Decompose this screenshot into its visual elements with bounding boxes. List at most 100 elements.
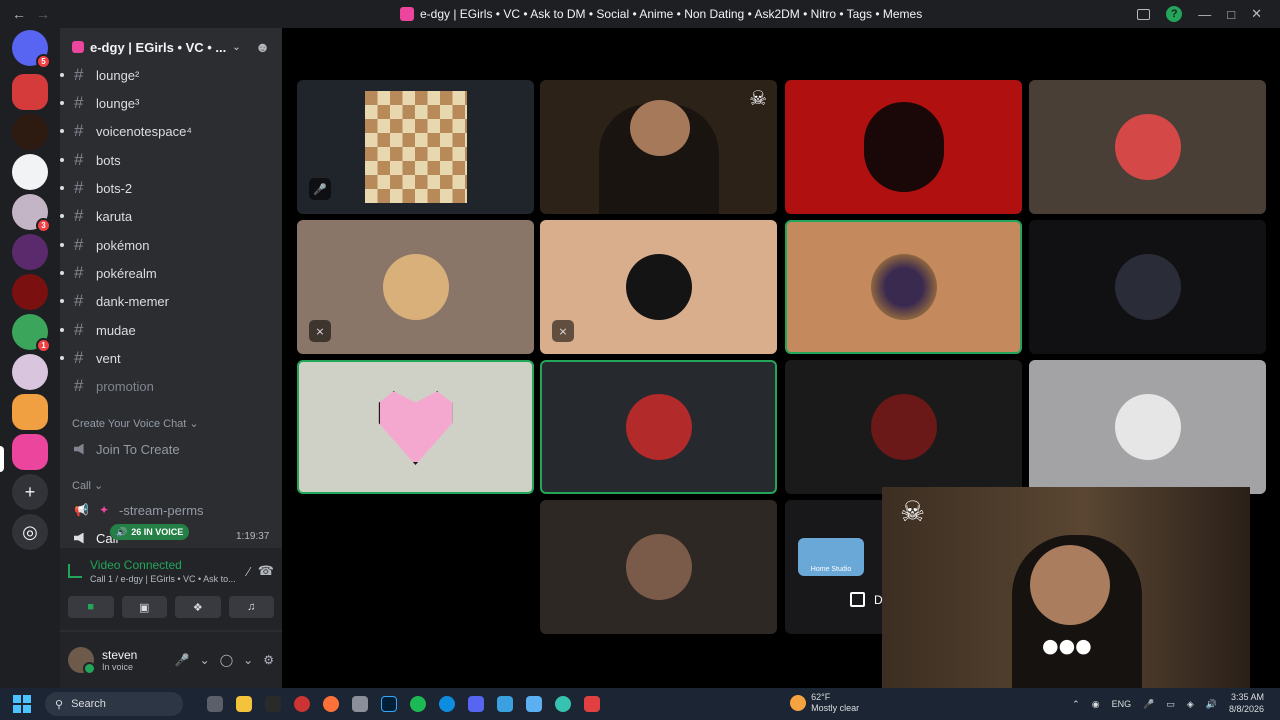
discord-icon[interactable] [468, 696, 484, 712]
clock[interactable]: 3:35 AM 8/8/2026 [1229, 692, 1264, 715]
category-call[interactable]: Call ⌄ [72, 479, 103, 492]
title-bar: ← → e-dgy | EGirls • VC • Ask to DM • So… [0, 0, 1280, 28]
server-icon[interactable] [12, 434, 48, 470]
windows-start-icon[interactable] [13, 695, 31, 713]
avatar-tile-speaking[interactable] [297, 360, 534, 494]
popout-video-overlay[interactable]: ☠ ●●● [882, 487, 1250, 688]
lang-indicator[interactable]: ENG [1112, 699, 1132, 709]
server-icon[interactable]: 1 [12, 314, 51, 353]
channel-item[interactable]: # lounge³ [60, 90, 274, 116]
avatar-tile[interactable]: ⨯ [297, 220, 534, 354]
camera-button[interactable]: ■ [68, 596, 114, 618]
server-icon[interactable] [12, 74, 48, 110]
channel-stream-perms[interactable]: 📢 ✦ -stream-perms [74, 499, 204, 521]
avatar[interactable] [68, 647, 96, 675]
arrow-right-icon[interactable]: → [36, 6, 50, 22]
camera-icon: ■ [87, 601, 95, 613]
channel-item[interactable]: # pokérealm [60, 260, 274, 286]
channel-item[interactable]: # voicenotespace⁴ [60, 118, 274, 144]
signal-icon[interactable] [68, 564, 82, 578]
server-icon [400, 7, 414, 21]
inbox-icon[interactable] [1137, 8, 1151, 20]
app-icon[interactable] [584, 696, 600, 712]
help-icon[interactable]: ? [1166, 6, 1183, 22]
stream-tile-chess[interactable]: 🎤 [297, 80, 534, 214]
volume-icon[interactable]: 🔊 [1206, 699, 1217, 710]
minimize-icon[interactable]: — [1198, 7, 1211, 22]
store-icon[interactable] [497, 696, 513, 712]
photoshop-icon[interactable] [381, 696, 397, 712]
channel-name: mudae [96, 322, 136, 338]
maximize-icon[interactable]: □ [1227, 7, 1235, 22]
headphones-icon[interactable]: ◯ [220, 653, 233, 667]
channel-item[interactable]: # vent [60, 345, 274, 371]
chrome-icon[interactable] [294, 696, 310, 712]
avatar-tile[interactable] [540, 500, 777, 634]
channel-item[interactable]: # pokémon [60, 232, 274, 258]
edge-icon[interactable] [439, 696, 455, 712]
close-icon[interactable]: ✕ [1251, 6, 1262, 22]
category-create-voice[interactable]: Create Your Voice Chat ⌄ [72, 417, 199, 430]
channel-item[interactable]: # dank-memer [60, 288, 274, 314]
firefox-icon[interactable] [323, 696, 339, 712]
notepad-icon[interactable] [526, 696, 542, 712]
server-icon[interactable] [12, 354, 48, 390]
server-icon[interactable] [12, 274, 48, 310]
server-icon[interactable] [12, 154, 48, 190]
chevron-down-icon[interactable]: ⌄ [243, 653, 253, 667]
unread-dot [60, 73, 64, 77]
server-icon[interactable] [12, 394, 48, 430]
settings-icon[interactable] [352, 696, 368, 712]
compass-icon[interactable]: ◎ [12, 514, 48, 550]
voice-channel-join-to-create[interactable]: Join To Create [74, 438, 180, 460]
video-tile-participant[interactable]: ☠ [540, 80, 777, 214]
avatar-tile[interactable]: ⨯ [540, 220, 777, 354]
task-view-icon[interactable] [207, 696, 223, 712]
avatar-tile[interactable] [1029, 360, 1266, 494]
noise-suppression-icon[interactable]: ⁄ [248, 564, 250, 579]
server-icon[interactable] [12, 114, 48, 150]
microphone-icon[interactable]: 🎤 [1143, 699, 1154, 710]
discord-home-button[interactable]: 5 [12, 30, 51, 69]
channel-item[interactable]: # bots-2 [60, 175, 274, 201]
audio-app-icon[interactable] [265, 696, 281, 712]
voice-connection-panel: Video Connected Call 1 / e-dgy | EGirls … [60, 548, 282, 630]
screen-share-button[interactable]: ▣ [121, 596, 167, 618]
disconnect-icon[interactable]: ☎ [258, 563, 274, 579]
microphone-icon[interactable]: 🎤 [175, 653, 190, 667]
network-app-icon[interactable]: ◉ [1092, 699, 1100, 710]
invite-icon[interactable]: ☻ [255, 39, 270, 55]
chevron-up-icon[interactable]: ⌃ [1072, 699, 1080, 710]
shared-app-thumbnail[interactable]: Home Studio [798, 538, 864, 576]
channel-item[interactable]: # mudae [60, 317, 274, 343]
channel-item[interactable]: # bots [60, 147, 274, 173]
spotify-icon[interactable] [410, 696, 426, 712]
avatar-tile-speaking[interactable] [785, 220, 1022, 354]
gear-icon[interactable]: ⚙ [263, 653, 274, 667]
avatar-tile[interactable] [1029, 80, 1266, 214]
channel-item[interactable]: # karuta [60, 203, 274, 229]
soundboard-button[interactable]: ♫ [228, 596, 274, 618]
add-server-button[interactable]: + [12, 474, 48, 510]
checkbox[interactable] [850, 592, 865, 607]
avatar-tile[interactable] [785, 360, 1022, 494]
weather-widget[interactable]: 62°F Mostly clear [790, 692, 859, 714]
arrow-left-icon[interactable]: ← [12, 6, 26, 22]
video-tile-participant[interactable] [785, 80, 1022, 214]
voice-location[interactable]: Call 1 / e-dgy | EGirls • VC • Ask to... [90, 574, 240, 584]
avatar-tile-speaking[interactable] [540, 360, 777, 494]
voice-status: Video Connected [90, 558, 182, 572]
server-icon[interactable]: 3 [12, 194, 51, 233]
server-icon[interactable] [12, 234, 48, 270]
channel-item[interactable]: # lounge² [60, 62, 274, 88]
display-icon[interactable]: ▭ [1166, 699, 1175, 710]
app-icon[interactable] [555, 696, 571, 712]
taskbar-search[interactable]: ⚲ Search [45, 692, 183, 716]
activities-button[interactable]: ❖ [175, 596, 221, 618]
avatar-tile[interactable] [1029, 220, 1266, 354]
channel-item[interactable]: # promotion [68, 373, 274, 399]
guild-header[interactable]: e-dgy | EGirls • VC • ... ⌄ ☻ [60, 28, 282, 66]
wifi-icon[interactable]: ◈ [1187, 699, 1194, 710]
file-explorer-icon[interactable] [236, 696, 252, 712]
chevron-down-icon[interactable]: ⌄ [200, 653, 210, 667]
